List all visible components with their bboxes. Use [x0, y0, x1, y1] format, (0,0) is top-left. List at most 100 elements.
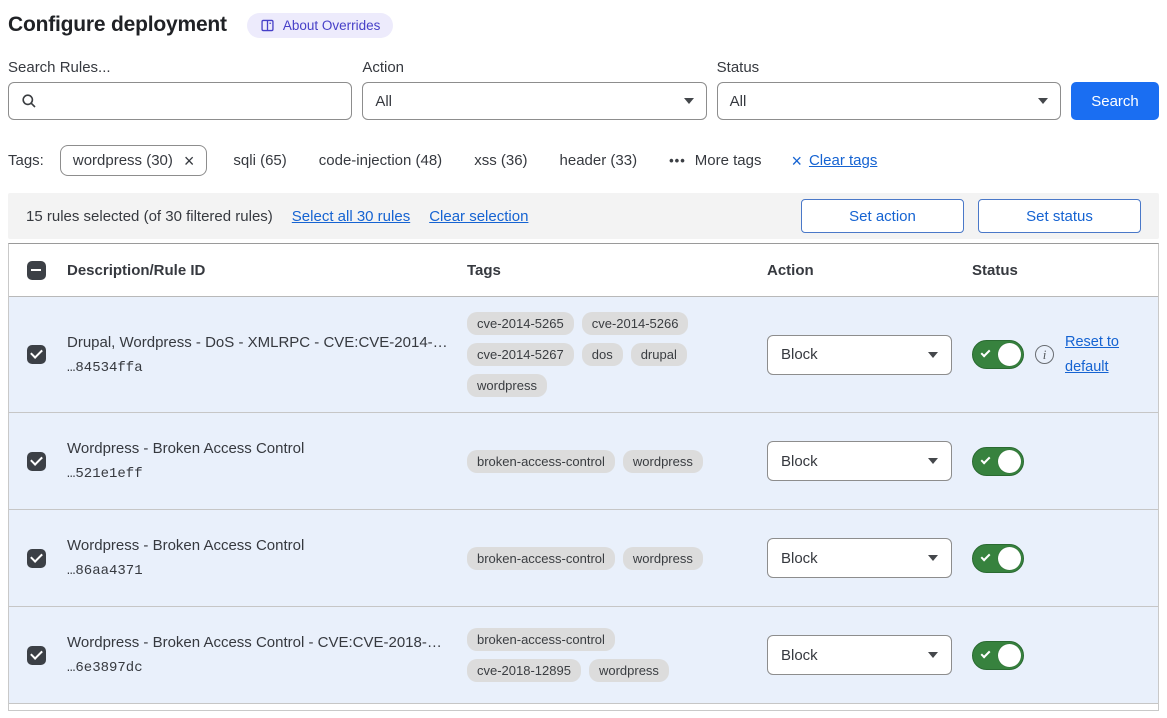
rule-tags-cell: cve-2014-5265cve-2014-5266cve-2014-5267d…: [467, 312, 719, 397]
check-icon: [981, 454, 991, 464]
rule-action-cell: Block: [767, 335, 972, 375]
close-icon: ×: [791, 154, 802, 168]
search-rules-label: Search Rules...: [8, 59, 352, 76]
tag-option[interactable]: sqli (65): [233, 152, 286, 169]
select-all-checkbox[interactable]: [27, 261, 46, 280]
rule-id: …84534ffa: [67, 360, 451, 376]
tag-option[interactable]: xss (36): [474, 152, 527, 169]
page-title: Configure deployment: [8, 13, 227, 37]
rule-description-cell: Wordpress - Broken Access Control - CVE:…: [67, 634, 467, 676]
rule-action-select[interactable]: Block: [767, 335, 952, 375]
table-row: Wordpress - Broken Access Control …521e1…: [9, 413, 1158, 510]
set-action-button[interactable]: Set action: [801, 199, 964, 233]
toggle-knob: [998, 644, 1021, 667]
close-icon[interactable]: ×: [184, 154, 195, 168]
check-icon: [981, 648, 991, 658]
search-input-wrapper: [8, 82, 352, 120]
column-header-action: Action: [767, 262, 972, 279]
rule-id: …86aa4371: [67, 563, 451, 579]
status-toggle[interactable]: [972, 641, 1024, 670]
clear-tags-label: Clear tags: [809, 152, 877, 169]
search-icon: [21, 93, 37, 109]
action-filter-label: Action: [362, 59, 706, 76]
chevron-down-icon: [1038, 98, 1048, 104]
tags-label: Tags:: [8, 152, 44, 169]
table-header-row: Description/Rule ID Tags Action Status: [9, 244, 1158, 297]
rule-action-cell: Block: [767, 635, 972, 675]
set-status-button[interactable]: Set status: [978, 199, 1141, 233]
rule-action-cell: Block: [767, 538, 972, 578]
toggle-knob: [998, 343, 1021, 366]
chevron-down-icon: [928, 652, 938, 658]
status-toggle[interactable]: [972, 544, 1024, 573]
filters-row: Search Rules... Action All Status: [8, 59, 1159, 120]
rule-description: Wordpress - Broken Access Control - CVE:…: [67, 634, 451, 651]
row-checkbox[interactable]: [27, 646, 46, 665]
rule-status-cell: i Reset to default: [972, 330, 1158, 379]
rule-action-value: Block: [781, 647, 818, 664]
check-icon: [981, 348, 991, 358]
info-icon[interactable]: i: [1035, 345, 1054, 364]
clear-tags-button[interactable]: × Clear tags: [791, 152, 877, 169]
rule-action-select[interactable]: Block: [767, 441, 952, 481]
rule-status-cell: [972, 641, 1158, 670]
rule-status-cell: [972, 447, 1158, 476]
more-tags-label: More tags: [695, 152, 762, 169]
tag-pill: wordpress: [589, 659, 669, 682]
rule-action-select[interactable]: Block: [767, 635, 952, 675]
rule-action-value: Block: [781, 453, 818, 470]
selection-summary: 15 rules selected (of 30 filtered rules): [26, 208, 273, 225]
select-all-rules-link[interactable]: Select all 30 rules: [292, 208, 410, 225]
rule-description-cell: Wordpress - Broken Access Control …86aa4…: [67, 537, 467, 579]
tag-pill: wordpress: [623, 450, 703, 473]
reset-to-default-link[interactable]: Reset to default: [1065, 330, 1129, 379]
more-tags-button[interactable]: ••• More tags: [669, 152, 761, 169]
rule-tags-cell: broken-access-control wordpress: [467, 450, 719, 473]
row-checkbox[interactable]: [27, 549, 46, 568]
action-filter-value: All: [375, 93, 392, 110]
selection-bar: 15 rules selected (of 30 filtered rules)…: [8, 193, 1159, 239]
search-button[interactable]: Search: [1071, 82, 1159, 120]
rule-status-cell: [972, 544, 1158, 573]
table-body: Drupal, Wordpress - DoS - XMLRPC - CVE:C…: [9, 297, 1158, 704]
next-row-stub: [9, 704, 1158, 710]
rule-action-select[interactable]: Block: [767, 538, 952, 578]
chevron-down-icon: [928, 555, 938, 561]
toggle-knob: [998, 450, 1021, 473]
rules-table: Description/Rule ID Tags Action Status D…: [8, 243, 1159, 711]
status-toggle[interactable]: [972, 447, 1024, 476]
action-filter-select[interactable]: All: [362, 82, 706, 120]
tag-pill: drupal: [631, 343, 687, 366]
table-row: Wordpress - Broken Access Control …86aa4…: [9, 510, 1158, 607]
tag-option[interactable]: code-injection (48): [319, 152, 442, 169]
selected-tag-wordpress[interactable]: wordpress (30) ×: [60, 145, 208, 176]
clear-selection-link[interactable]: Clear selection: [429, 208, 528, 225]
row-checkbox[interactable]: [27, 345, 46, 364]
book-icon: [260, 18, 275, 33]
rule-action-cell: Block: [767, 441, 972, 481]
status-filter-label: Status: [717, 59, 1061, 76]
search-rules-input[interactable]: [46, 92, 339, 111]
status-toggle[interactable]: [972, 340, 1024, 369]
rule-action-value: Block: [781, 346, 818, 363]
tag-pill: cve-2018-12895: [467, 659, 581, 682]
check-icon: [981, 551, 991, 561]
tag-pill: wordpress: [467, 374, 547, 397]
row-checkbox[interactable]: [27, 452, 46, 471]
tag-option[interactable]: header (33): [560, 152, 638, 169]
table-row: Wordpress - Broken Access Control - CVE:…: [9, 607, 1158, 704]
tag-pill: wordpress: [623, 547, 703, 570]
toggle-knob: [998, 547, 1021, 570]
status-filter-select[interactable]: All: [717, 82, 1061, 120]
tag-pill: cve-2014-5267: [467, 343, 574, 366]
about-overrides-badge[interactable]: About Overrides: [247, 13, 394, 38]
rule-description-cell: Wordpress - Broken Access Control …521e1…: [67, 440, 467, 482]
column-header-tags: Tags: [467, 262, 767, 279]
column-header-status: Status: [972, 262, 1158, 279]
tag-pill: broken-access-control: [467, 628, 615, 651]
tag-pill: cve-2014-5266: [582, 312, 689, 335]
tag-pill: broken-access-control: [467, 450, 615, 473]
rule-description: Drupal, Wordpress - DoS - XMLRPC - CVE:C…: [67, 334, 451, 351]
rule-description: Wordpress - Broken Access Control: [67, 537, 451, 554]
search-rules-group: Search Rules...: [8, 59, 352, 120]
